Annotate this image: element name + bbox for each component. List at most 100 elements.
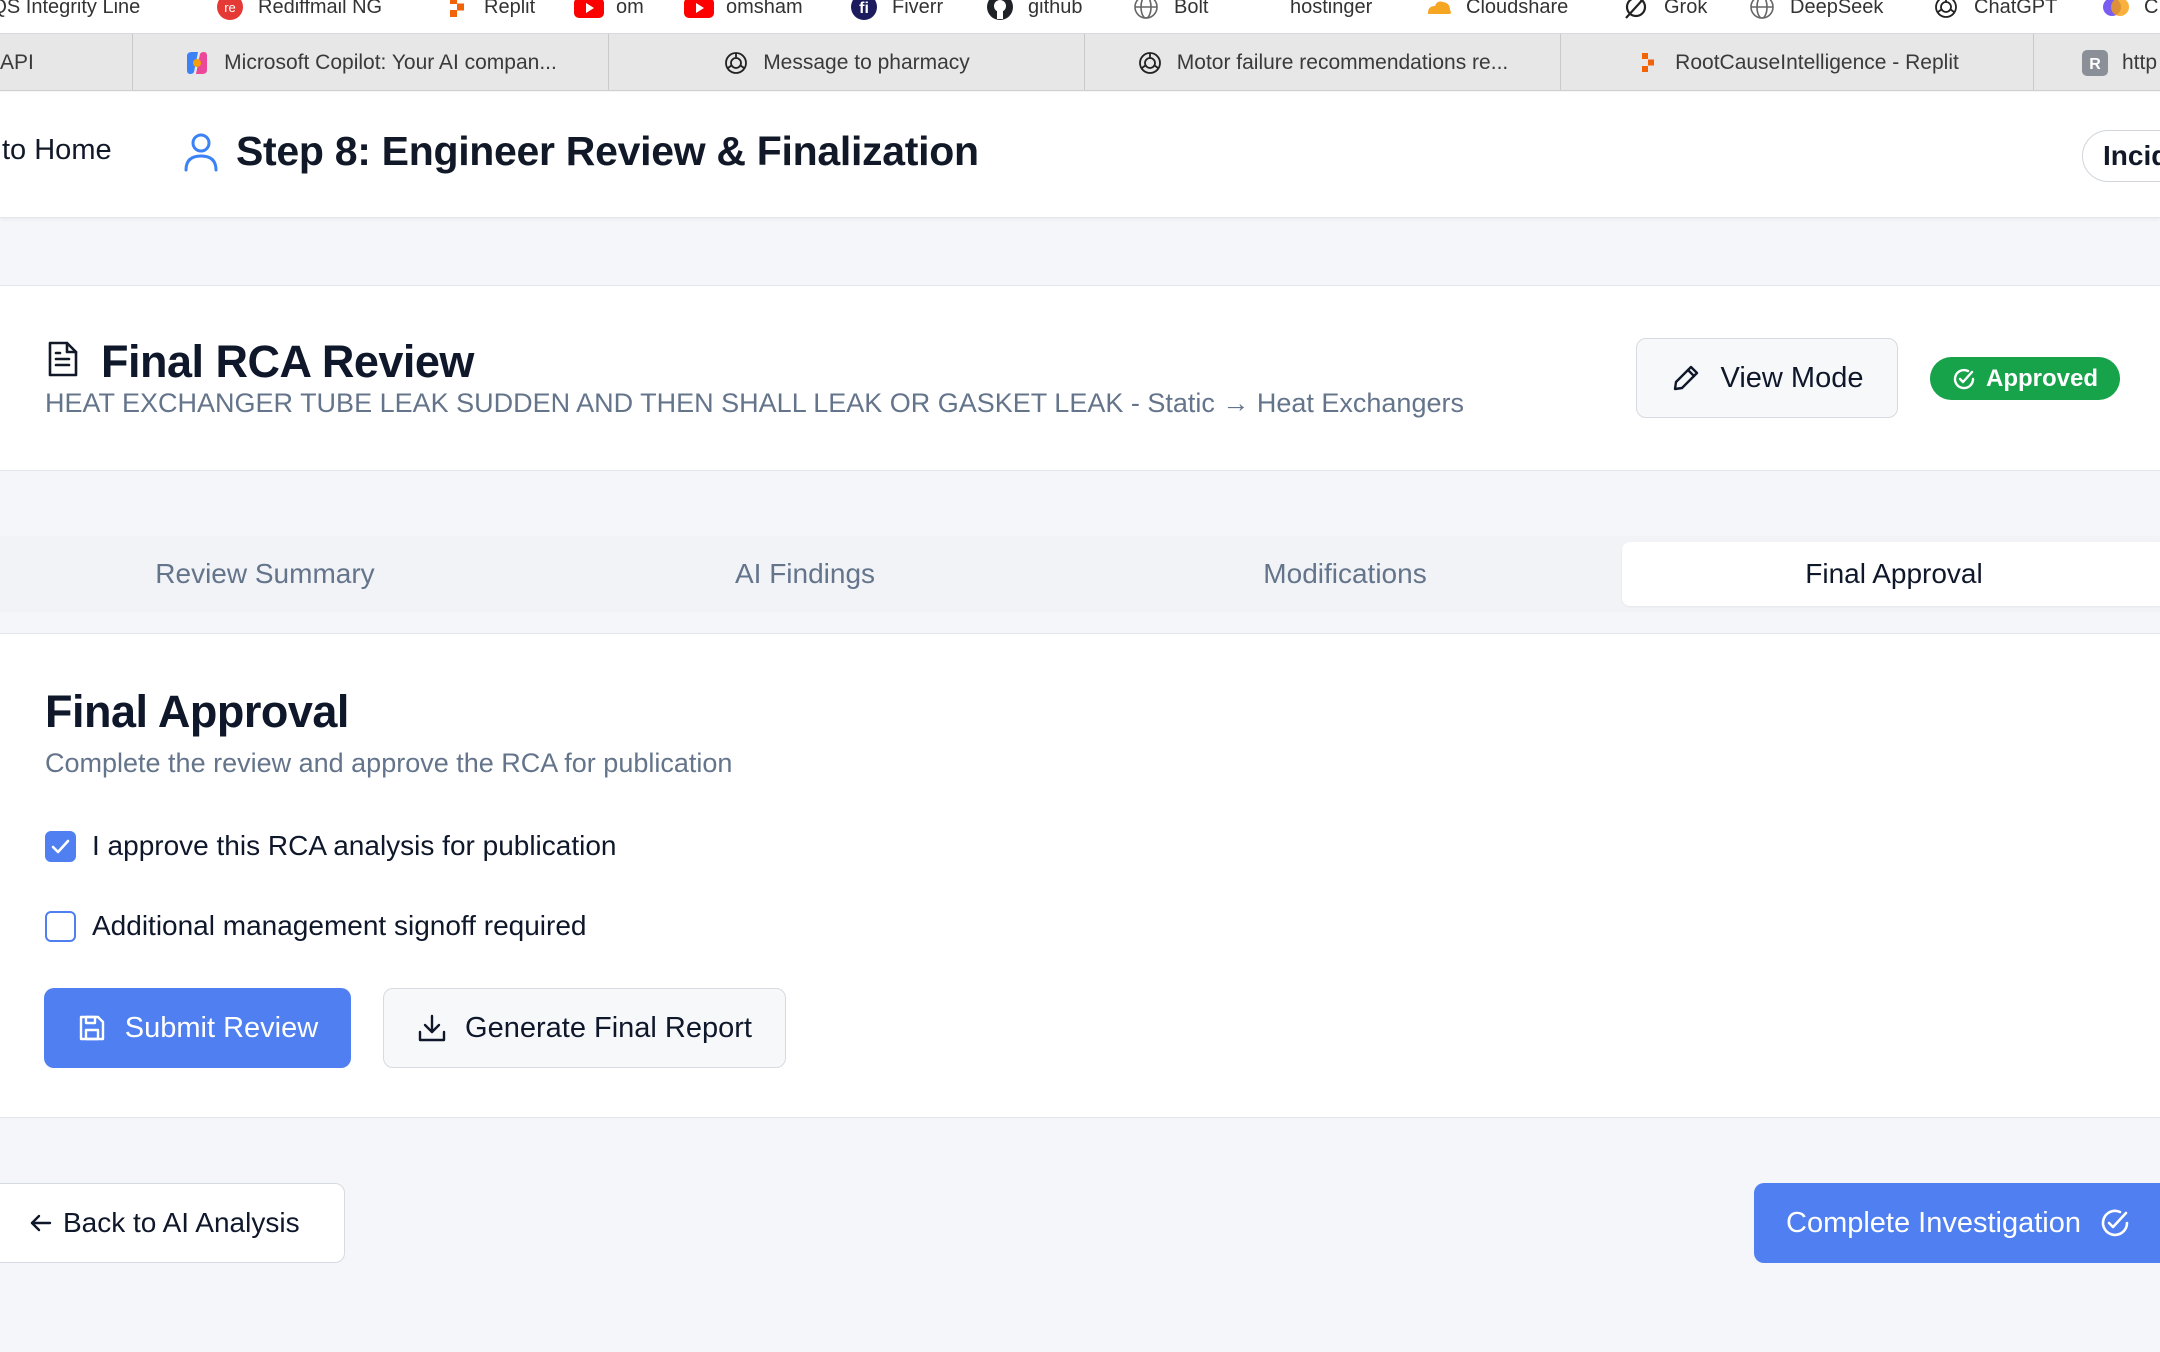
page-title: Step 8: Engineer Review & Finalization: [236, 128, 979, 174]
user-icon: [184, 133, 218, 172]
section-title: Final Approval: [45, 686, 349, 737]
browser-tab-strip: API Microsoft Copilot: Your AI compan...…: [0, 34, 2160, 91]
bookmark-label: hostinger: [1290, 0, 1373, 18]
document-icon: [48, 341, 78, 377]
bookmark-label: om: [616, 0, 644, 18]
bookmark-eqs[interactable]: EQS Integrity Line: [0, 0, 140, 24]
browser-tab-label: Microsoft Copilot: Your AI compan...: [224, 50, 557, 74]
bookmark-label: github: [1028, 0, 1083, 18]
tab-ai-findings[interactable]: AI Findings: [540, 536, 1070, 612]
bookmark-om[interactable]: om: [574, 0, 644, 24]
browser-tab-label: RootCauseIntelligence - Replit: [1675, 50, 1959, 74]
generate-report-label: Generate Final Report: [465, 1011, 752, 1044]
bookmark-label: Replit: [484, 0, 536, 18]
bookmark-label: omsham: [726, 0, 803, 18]
tab-label: Final Approval: [1805, 558, 1983, 589]
bookmark-deepseek[interactable]: DeepSeek: [1748, 0, 1883, 24]
check-circle-icon: [1953, 368, 1975, 389]
download-icon: [418, 1014, 446, 1042]
bookmark-label: Rediffmail NG: [258, 0, 383, 18]
arrow-left-icon: [30, 1214, 52, 1232]
github-icon: [986, 0, 1014, 21]
fiverr-icon: fi: [850, 0, 878, 21]
svg-text:fi: fi: [859, 0, 869, 17]
bookmark-label: DeepSeek: [1790, 0, 1884, 18]
browser-tab-copilot[interactable]: Microsoft Copilot: Your AI compan...: [133, 34, 609, 90]
bookmark-label: EQS Integrity Line: [0, 0, 141, 18]
replit-icon: [1635, 50, 1661, 76]
back-to-ai-analysis-button[interactable]: Back to AI Analysis: [0, 1183, 345, 1263]
youtube-icon: [684, 0, 714, 21]
submit-review-button[interactable]: Submit Review: [44, 988, 351, 1068]
replit-icon: [442, 0, 470, 21]
complete-label: Complete Investigation: [1786, 1206, 2081, 1239]
browser-tab-label: API: [0, 50, 34, 74]
bookmark-cloudshare[interactable]: Cloudshare: [1424, 0, 1568, 24]
back-label: Back to AI Analysis: [63, 1207, 300, 1238]
browser-tab-label: Message to pharmacy: [763, 50, 970, 74]
view-mode-label: View Mode: [1720, 361, 1864, 394]
approve-checkbox[interactable]: [45, 830, 76, 862]
r-icon: R: [2082, 49, 2108, 76]
openai-icon: [723, 50, 749, 76]
signoff-checkbox-row[interactable]: Additional management signoff required: [45, 910, 586, 942]
bookmark-label: C: [2144, 0, 2159, 18]
tab-review-summary[interactable]: Review Summary: [0, 536, 530, 612]
submit-review-label: Submit Review: [124, 1011, 319, 1044]
globe-icon: [1748, 0, 1776, 21]
generate-report-button[interactable]: Generate Final Report: [383, 988, 786, 1068]
browser-tab-api[interactable]: API: [0, 34, 133, 90]
pencil-icon: [1673, 365, 1698, 391]
complete-investigation-button[interactable]: Complete Investigation: [1754, 1183, 2160, 1263]
browser-tab-http[interactable]: R http: [2034, 34, 2160, 90]
tab-label: Modifications: [1263, 558, 1427, 589]
copilot-icon: [2102, 0, 2130, 21]
view-mode-button[interactable]: View Mode: [1636, 338, 1898, 418]
browser-tab-label: http: [2122, 50, 2158, 74]
svg-text:re: re: [224, 0, 236, 15]
bookmark-github[interactable]: github: [986, 0, 1083, 24]
browser-tab-motor-failure[interactable]: Motor failure recommendations re...: [1085, 34, 1561, 90]
check-circle-icon: [2101, 1209, 2129, 1237]
bookmark-label: Fiverr: [892, 0, 944, 18]
bookmark-chatgpt[interactable]: ChatGPT: [1932, 0, 2057, 24]
rediff-icon: re: [216, 0, 244, 21]
checkbox-label: Additional management signoff required: [92, 910, 587, 941]
copilot-icon: [184, 50, 210, 76]
back-to-home-link[interactable]: to Home: [2, 134, 112, 167]
bookmark-replit[interactable]: Replit: [442, 0, 535, 24]
tab-final-approval[interactable]: Final Approval: [1622, 542, 2160, 606]
review-title: Final RCA Review: [101, 336, 474, 387]
tab-label: AI Findings: [734, 558, 876, 589]
browser-tab-pharmacy[interactable]: Message to pharmacy: [609, 34, 1085, 90]
status-badge: Approved: [1930, 357, 2120, 400]
bookmark-label: ChatGPT: [1974, 0, 2058, 18]
tab-label: Review Summary: [155, 558, 375, 589]
status-badge-label: Approved: [1985, 364, 2098, 392]
bookmark-grok[interactable]: Grok: [1622, 0, 1707, 24]
incident-description: HEAT EXCHANGER TUBE LEAK SUDDEN AND THEN…: [45, 388, 1464, 418]
youtube-icon: [574, 0, 604, 21]
browser-tab-replit[interactable]: RootCauseIntelligence - Replit: [1561, 34, 2034, 90]
browser-tab-label: Motor failure recommendations re...: [1176, 50, 1509, 74]
save-icon: [79, 1015, 104, 1041]
bookmarks-bar: EQS Integrity Line re Rediffmail NG Repl…: [0, 0, 2160, 34]
approve-checkbox-row[interactable]: I approve this RCA analysis for publicat…: [45, 830, 617, 862]
bookmark-omsham[interactable]: omsham: [684, 0, 803, 24]
bookmark-copilot[interactable]: C: [2102, 0, 2158, 24]
management-signoff-checkbox[interactable]: [45, 910, 76, 942]
bookmark-label: Grok: [1664, 0, 1708, 18]
openai-icon: [1932, 0, 1960, 21]
tab-modifications[interactable]: Modifications: [1080, 536, 1610, 612]
bookmark-bolt[interactable]: Bolt: [1132, 0, 1208, 24]
review-tabs: Review Summary AI Findings Modifications…: [0, 536, 2160, 612]
cloud-icon: [1424, 0, 1452, 21]
app-header: to Home Step 8: Engineer Review & Finali…: [0, 92, 2160, 218]
bookmark-rediffmail[interactable]: re Rediffmail NG: [216, 0, 382, 24]
incident-chip[interactable]: Incid: [2082, 130, 2160, 182]
globe-icon: [1132, 0, 1160, 21]
bookmark-label: Cloudshare: [1466, 0, 1569, 18]
section-description: Complete the review and approve the RCA …: [45, 748, 733, 778]
bookmark-hostinger[interactable]: hostinger: [1290, 0, 1372, 24]
bookmark-fiverr[interactable]: fi Fiverr: [850, 0, 943, 24]
